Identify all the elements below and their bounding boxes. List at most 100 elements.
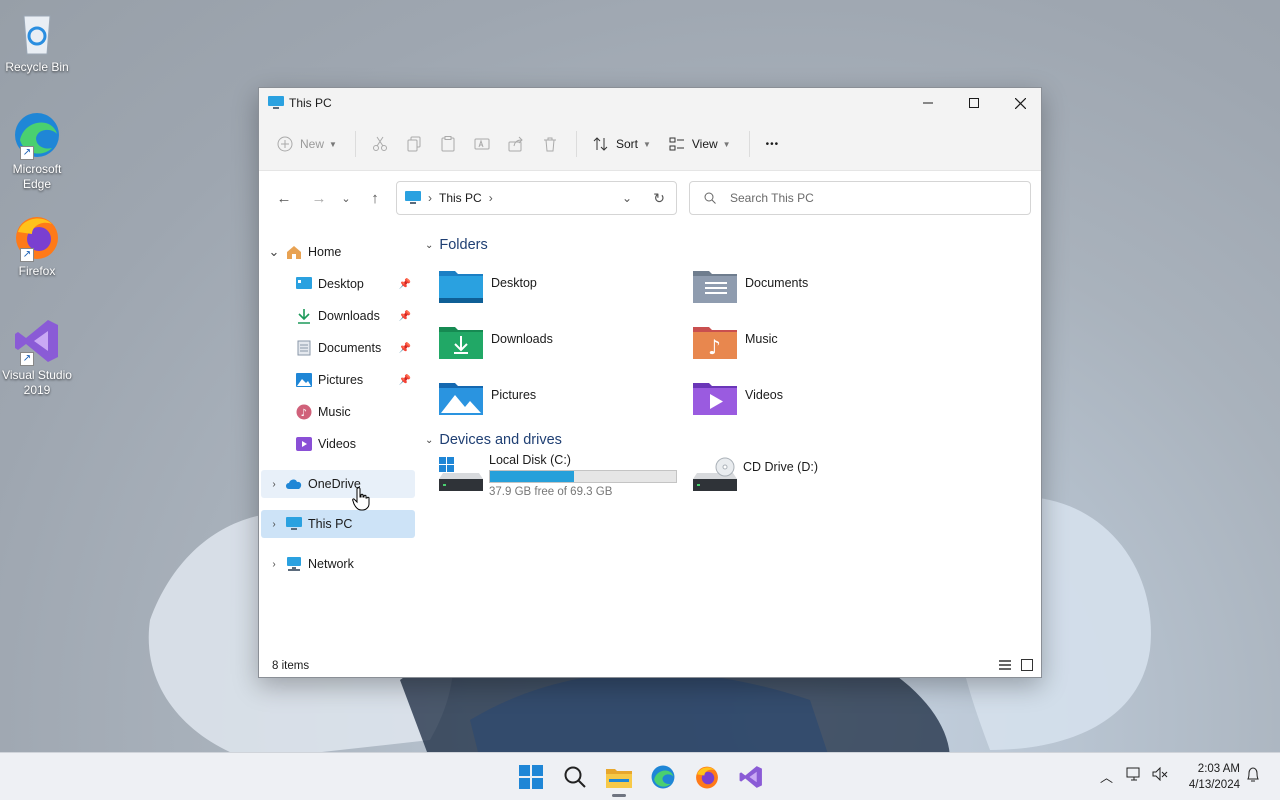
search-box[interactable]: Search This PC: [689, 181, 1031, 215]
arrow-left-icon: ←: [276, 189, 292, 207]
desktop-icon-label: Microsoft Edge: [12, 162, 62, 191]
sidebar-item-music[interactable]: ♪ Music: [261, 398, 415, 426]
chevron-right-icon[interactable]: ›: [263, 559, 285, 570]
group-header-label: Folders: [439, 237, 488, 253]
sidebar-item-pictures[interactable]: Pictures 📌: [261, 366, 415, 394]
drive-label: CD Drive (D:): [743, 460, 818, 474]
desktop-icon-edge[interactable]: ↗ Microsoft Edge: [2, 110, 72, 192]
desktop-icon-recycle-bin[interactable]: Recycle Bin: [2, 8, 72, 75]
maximize-button[interactable]: [951, 88, 997, 118]
taskbar-search-button[interactable]: [559, 761, 591, 793]
chevron-right-icon[interactable]: ›: [263, 479, 285, 490]
sort-button[interactable]: Sort ▼: [593, 126, 651, 162]
refresh-button[interactable]: ↻: [653, 190, 665, 207]
trash-icon: [543, 137, 556, 152]
search-icon: [564, 766, 586, 788]
maximize-icon: [969, 98, 979, 108]
address-dropdown-button[interactable]: ⌄: [622, 191, 632, 205]
taskbar-edge[interactable]: [647, 761, 679, 793]
network-status-button[interactable]: [1126, 767, 1142, 784]
address-bar[interactable]: › This PC › ⌄ ↻: [396, 181, 677, 215]
taskbar-file-explorer[interactable]: [603, 761, 635, 797]
desktop-icon-label: Visual Studio 2019: [2, 368, 72, 397]
sidebar-item-label: This PC: [308, 517, 353, 531]
rename-button[interactable]: [474, 126, 490, 162]
clipboard-icon: [441, 136, 455, 152]
large-icons-view-button[interactable]: [1021, 659, 1033, 674]
downloads-folder-icon: [439, 327, 483, 359]
folder-downloads[interactable]: Downloads: [439, 323, 689, 373]
more-options-button[interactable]: •••: [766, 126, 780, 162]
sidebar-item-label: Network: [308, 557, 354, 571]
videos-folder-icon: [693, 383, 737, 415]
taskbar-visual-studio[interactable]: [735, 761, 767, 793]
folder-music[interactable]: ♪ Music: [693, 323, 943, 373]
taskbar-firefox[interactable]: [691, 761, 723, 793]
pin-icon: 📌: [398, 278, 411, 290]
sort-label: Sort: [615, 137, 638, 151]
svg-text:♪: ♪: [708, 335, 721, 359]
file-explorer-window: This PC New ▼ Sort ▼ View ▼ ••• ← → ⌄ ↑ …: [258, 87, 1042, 678]
chevron-up-icon: ︿: [1100, 770, 1114, 785]
breadcrumb-this-pc[interactable]: This PC: [439, 191, 482, 205]
folder-documents[interactable]: Documents: [693, 267, 943, 317]
view-button[interactable]: View ▼: [669, 126, 731, 162]
close-button[interactable]: [997, 88, 1043, 118]
system-clock[interactable]: 2:03 AM 4/13/2024: [1180, 761, 1240, 793]
delete-button[interactable]: [542, 126, 558, 162]
volume-button[interactable]: [1152, 766, 1168, 784]
folder-pictures[interactable]: Pictures: [439, 379, 689, 429]
home-icon: [285, 243, 303, 261]
desktop-icon-visual-studio[interactable]: ↗ Visual Studio 2019: [2, 316, 72, 398]
new-button[interactable]: New ▼: [277, 126, 337, 162]
up-button[interactable]: ↑: [360, 183, 390, 213]
sidebar-item-onedrive[interactable]: › OneDrive: [261, 470, 415, 498]
sidebar-item-home[interactable]: ⌄ Home: [261, 238, 415, 266]
show-hidden-icons-button[interactable]: ︿: [1100, 767, 1113, 786]
details-view-button[interactable]: [999, 659, 1011, 674]
chevron-right-icon[interactable]: ›: [263, 519, 285, 530]
minimize-icon: [923, 102, 933, 104]
document-icon: [295, 339, 313, 357]
folder-desktop[interactable]: Desktop: [439, 267, 689, 317]
music-icon: ♪: [295, 403, 313, 421]
divider: [748, 131, 750, 157]
share-button[interactable]: [508, 126, 524, 162]
navigation-pane: ⌄ Home Desktop 📌 Downloads 📌 Documents 📌…: [259, 225, 419, 645]
desktop-icon-label: Firefox: [18, 264, 56, 278]
window-title: This PC: [289, 96, 332, 110]
clock-time: 2:03 AM: [1197, 763, 1240, 775]
visual-studio-icon: [739, 766, 762, 788]
group-header-devices[interactable]: ⌄ Devices and drives: [425, 432, 562, 448]
recent-locations-button[interactable]: ⌄: [334, 183, 358, 213]
copy-button[interactable]: [406, 126, 422, 162]
minimize-button[interactable]: [905, 88, 951, 118]
documents-folder-icon: [693, 271, 737, 303]
group-header-folders[interactable]: ⌄ Folders: [425, 237, 488, 253]
back-button[interactable]: ←: [269, 183, 299, 213]
drive-cd-d[interactable]: CD Drive (D:): [693, 453, 943, 507]
cut-button[interactable]: [372, 126, 388, 162]
view-label: View: [691, 137, 718, 151]
sidebar-item-documents[interactable]: Documents 📌: [261, 334, 415, 362]
folder-label: Music: [745, 332, 778, 346]
notifications-button[interactable]: [1246, 767, 1260, 786]
chevron-down-icon[interactable]: ⌄: [263, 244, 285, 260]
desktop-icon-firefox[interactable]: ↗ Firefox: [2, 212, 72, 279]
sidebar-item-videos[interactable]: Videos: [261, 430, 415, 458]
folder-label: Videos: [745, 388, 783, 402]
title-bar[interactable]: This PC: [259, 88, 1041, 118]
forward-button[interactable]: →: [304, 183, 334, 213]
chevron-right-icon[interactable]: ›: [489, 191, 493, 205]
drive-local-disk-c[interactable]: Local Disk (C:) 37.9 GB free of 69.3 GB: [439, 453, 689, 507]
folder-videos[interactable]: Videos: [693, 379, 943, 429]
sidebar-item-desktop[interactable]: Desktop 📌: [261, 270, 415, 298]
edge-icon: [651, 765, 675, 789]
sidebar-item-this-pc[interactable]: › This PC: [261, 510, 415, 538]
sidebar-item-label: Documents: [318, 341, 382, 355]
folder-label: Desktop: [491, 276, 537, 290]
start-button[interactable]: [515, 761, 547, 793]
sidebar-item-network[interactable]: › Network: [261, 550, 415, 578]
sidebar-item-downloads[interactable]: Downloads 📌: [261, 302, 415, 330]
paste-button[interactable]: [440, 126, 456, 162]
